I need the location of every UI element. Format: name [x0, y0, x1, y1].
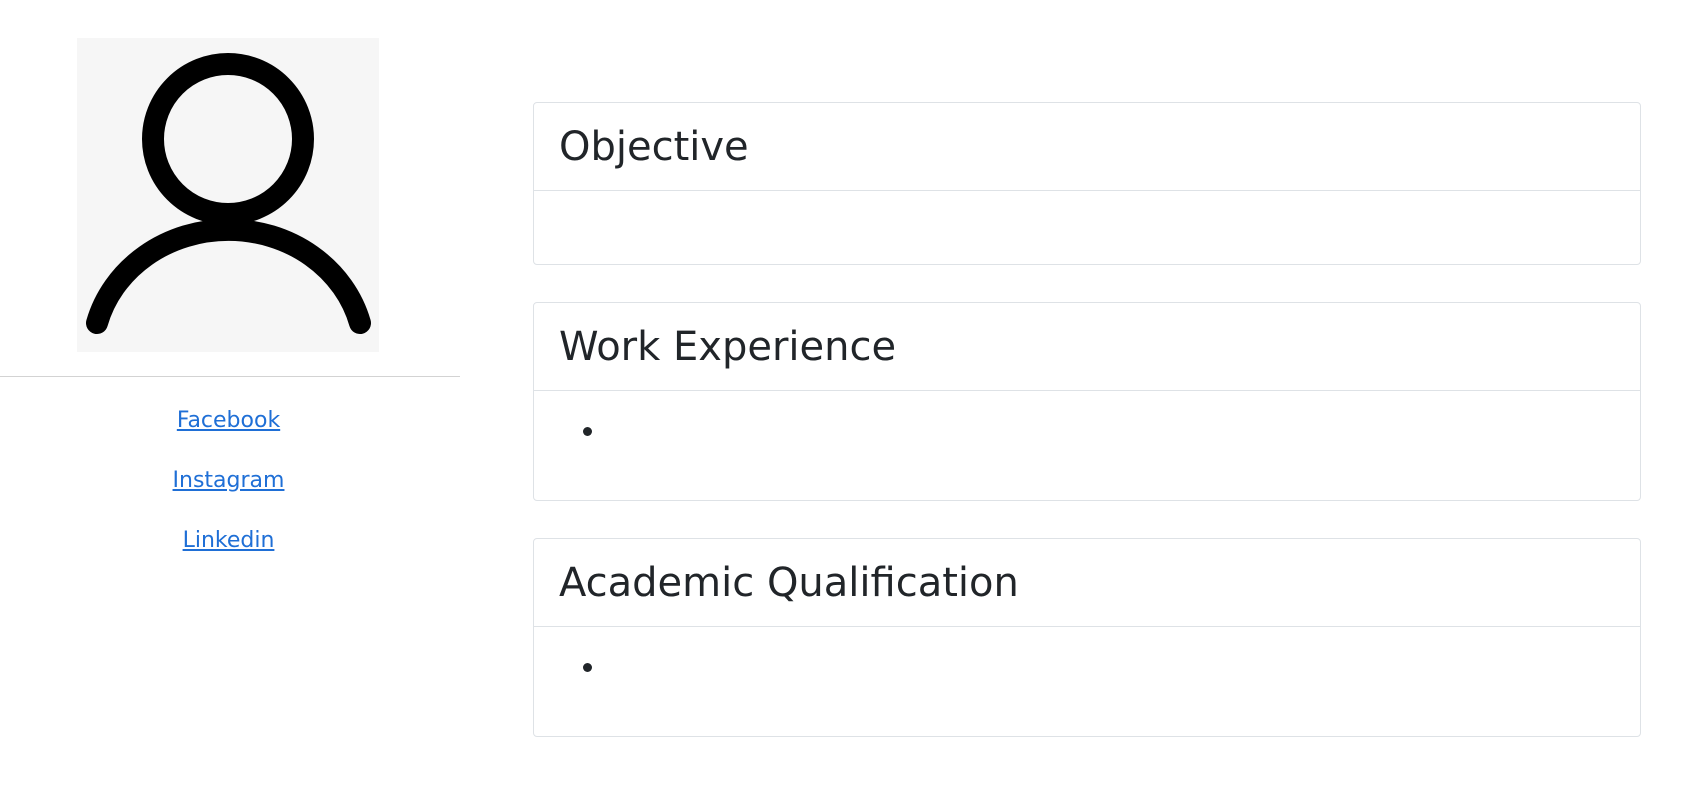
- linkedin-link[interactable]: Linkedin: [0, 526, 457, 556]
- work-experience-list: [534, 427, 1640, 457]
- list-item: [534, 663, 1640, 693]
- avatar: [77, 38, 379, 352]
- list-item: [534, 427, 1640, 457]
- user-icon: [86, 53, 371, 334]
- sidebar-divider: [0, 376, 460, 377]
- bullet-icon: [583, 427, 592, 436]
- social-links: Facebook Instagram Linkedin: [0, 406, 457, 586]
- work-experience-card-header: Work Experience: [534, 303, 1640, 391]
- academic-qualification-title: Academic Qualification: [559, 559, 1019, 606]
- academic-qualification-card-header: Academic Qualification: [534, 539, 1640, 627]
- work-experience-card-body: [534, 391, 1640, 457]
- bullet-icon: [583, 663, 592, 672]
- work-experience-title: Work Experience: [559, 323, 897, 370]
- instagram-link[interactable]: Instagram: [0, 466, 457, 496]
- academic-qualification-list: [534, 663, 1640, 693]
- objective-card-header: Objective: [534, 103, 1640, 191]
- academic-qualification-card: Academic Qualification: [533, 538, 1641, 737]
- objective-card-body: [534, 191, 1640, 264]
- academic-qualification-card-body: [534, 627, 1640, 693]
- objective-card: Objective: [533, 102, 1641, 265]
- objective-title: Objective: [559, 123, 749, 170]
- work-experience-card: Work Experience: [533, 302, 1641, 501]
- facebook-link[interactable]: Facebook: [0, 406, 457, 436]
